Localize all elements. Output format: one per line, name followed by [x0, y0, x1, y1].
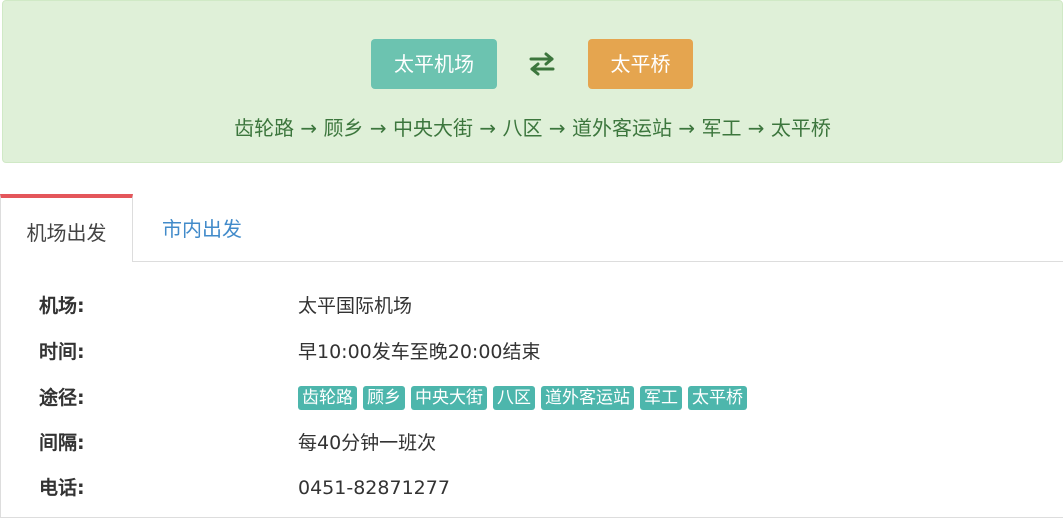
info-row-airport: 机场: 太平国际机场: [1, 288, 1063, 324]
tab-content-panel: 机场: 太平国际机场 时间: 早10:00发车至晚20:00结束 途径: 齿轮路…: [0, 261, 1063, 518]
time-label: 时间:: [39, 341, 85, 363]
tab-airport-departure[interactable]: 机场出发: [0, 194, 133, 262]
route-label: 途径:: [39, 387, 85, 409]
to-station-button[interactable]: 太平桥: [588, 39, 693, 89]
swap-arrows-icon[interactable]: [528, 51, 556, 77]
info-row-time: 时间: 早10:00发车至晚20:00结束: [1, 334, 1063, 370]
info-row-phone: 电话: 0451-82871277: [1, 470, 1063, 506]
from-station-button[interactable]: 太平机场: [371, 39, 497, 89]
departure-tabs: 机场出发 市内出发: [0, 194, 1063, 262]
airport-label: 机场:: [39, 295, 85, 317]
stop-tag[interactable]: 太平桥: [688, 386, 747, 410]
stop-tag[interactable]: 八区: [493, 386, 535, 410]
interval-value: 每40分钟一班次: [298, 432, 437, 454]
stop-tag[interactable]: 顾乡: [363, 386, 405, 410]
route-banner: 太平机场 太平桥 齿轮路 → 顾乡 → 中央大街 → 八区 → 道外客运站 → …: [2, 0, 1063, 163]
info-row-interval: 间隔: 每40分钟一班次: [1, 425, 1063, 461]
stop-tag[interactable]: 军工: [640, 386, 682, 410]
stop-tag[interactable]: 中央大街: [411, 386, 487, 410]
airport-value: 太平国际机场: [298, 295, 413, 317]
tab-city-departure[interactable]: 市内出发: [133, 194, 271, 261]
info-row-route: 途径: 齿轮路 顾乡 中央大街 八区 道外客运站 军工 太平桥: [1, 380, 1063, 416]
interval-label: 间隔:: [39, 432, 85, 454]
stop-tag[interactable]: 齿轮路: [298, 386, 357, 410]
stop-tag[interactable]: 道外客运站: [541, 386, 634, 410]
time-value: 早10:00发车至晚20:00结束: [298, 341, 541, 363]
stop-tags: 齿轮路 顾乡 中央大街 八区 道外客运站 军工 太平桥: [298, 386, 747, 410]
phone-label: 电话:: [39, 477, 85, 499]
phone-value[interactable]: 0451-82871277: [298, 470, 450, 506]
route-path-text: 齿轮路 → 顾乡 → 中央大街 → 八区 → 道外客运站 → 军工 → 太平桥: [234, 116, 831, 140]
